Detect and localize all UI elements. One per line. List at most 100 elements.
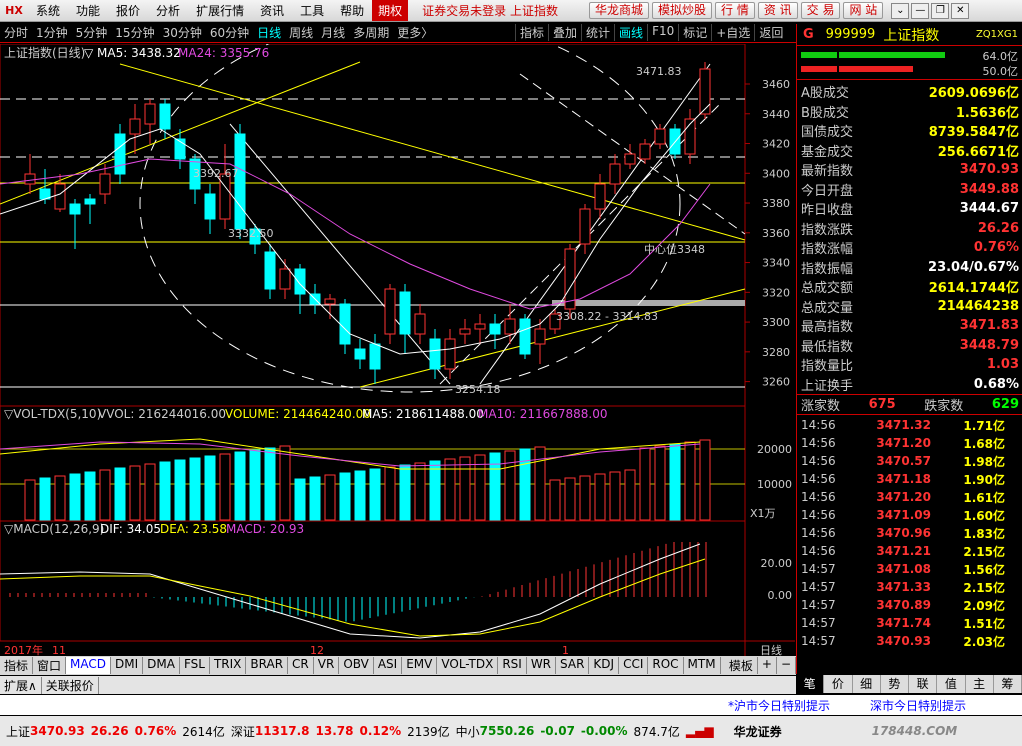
period-tab-7[interactable]: 周线 [285, 24, 317, 41]
indicator-control-2[interactable]: − [777, 657, 796, 674]
window-control-0-icon[interactable]: ⌄ [891, 2, 910, 19]
sz-notice-link[interactable]: 深市今日特别提示 [870, 697, 966, 714]
macd-legend-macd: MACD: 20.93 [226, 522, 304, 536]
menu-item-0[interactable]: 系统 [28, 2, 68, 19]
quote-row: 指数涨幅 0.76% [797, 238, 1022, 258]
menu-item-4[interactable]: 扩展行情 [188, 2, 252, 19]
index-marker: G [803, 27, 814, 42]
indicator-tab-16[interactable]: SAR [556, 657, 590, 674]
period-tab-1[interactable]: 1分钟 [32, 24, 72, 41]
indicator-tab-11[interactable]: ASI [374, 657, 403, 674]
menu-item-6[interactable]: 工具 [292, 2, 332, 19]
zx-change: -0.07 [540, 724, 575, 738]
window-control-1-icon[interactable]: — [911, 2, 930, 19]
price-axis-label: 3360 [762, 227, 790, 240]
period-tab-10[interactable]: 更多〉 [393, 24, 437, 41]
indicator-tab-5[interactable]: FSL [180, 657, 210, 674]
chart-button-4[interactable]: F10 [647, 24, 678, 41]
quote-tab-7[interactable]: 筹 [994, 675, 1022, 693]
indicator-tab-6[interactable]: TRIX [210, 657, 247, 674]
ext-tab-0[interactable]: 扩展∧ [0, 676, 42, 694]
period-tab-3[interactable]: 15分钟 [111, 24, 158, 41]
watermark: 178448.COM [871, 724, 958, 738]
menu-item-1[interactable]: 功能 [68, 2, 108, 19]
macd-axis-label: 0.00 [768, 589, 793, 602]
indicator-tab-3[interactable]: DMI [111, 657, 144, 674]
price-axis-label: 3340 [762, 257, 790, 270]
indicator-tab-4[interactable]: DMA [143, 657, 180, 674]
tick-price: 3470.89 [876, 598, 931, 612]
indicator-tab-12[interactable]: EMV [402, 657, 438, 674]
candle-body [159, 103, 171, 130]
window-control-3-icon[interactable]: ✕ [951, 2, 970, 19]
indicator-tab-14[interactable]: RSI [498, 657, 527, 674]
volume-bar [609, 471, 621, 521]
indicator-tab-17[interactable]: KDJ [589, 657, 620, 674]
indicator-tab-20[interactable]: MTM [684, 657, 721, 674]
indicator-tab-7[interactable]: BRAR [246, 657, 289, 674]
window-control-2-icon[interactable]: ❐ [931, 2, 950, 19]
top-button-2[interactable]: 行 情 [715, 2, 755, 19]
volume-bar [519, 448, 531, 521]
period-tab-8[interactable]: 月线 [317, 24, 349, 41]
indicator-tab-10[interactable]: OBV [339, 657, 374, 674]
chart-button-5[interactable]: 标记 [678, 24, 711, 41]
quote-tab-4[interactable]: 联 [909, 675, 938, 693]
chart-button-7[interactable]: 返回 [754, 24, 787, 41]
sh-notice-link[interactable]: *沪市今日特别提示 [728, 697, 830, 714]
menu-item-7[interactable]: 帮助 [332, 2, 372, 19]
indicator-tab-8[interactable]: CR [288, 657, 314, 674]
period-tab-5[interactable]: 60分钟 [206, 24, 253, 41]
menu-options[interactable]: 期权 [372, 0, 409, 21]
tick-price: 3471.20 [876, 490, 931, 504]
top-button-3[interactable]: 资 讯 [757, 2, 798, 19]
top-button-0[interactable]: 华龙商城 [588, 2, 649, 19]
indicator-tab-13[interactable]: VOL-TDX [437, 657, 499, 674]
period-tab-9[interactable]: 多周期 [349, 24, 393, 41]
tick-volume: 2.15亿 [963, 544, 1005, 559]
menu-item-3[interactable]: 分析 [148, 2, 188, 19]
indicator-tab-1[interactable]: 窗口 [33, 657, 67, 674]
chart-button-0[interactable]: 指标 [515, 24, 548, 41]
quote-tab-3[interactable]: 势 [881, 675, 909, 693]
period-tab-4[interactable]: 30分钟 [159, 24, 206, 41]
indicator-tabs: 指标 窗口 MACD DMI DMA FSL TRIX BRAR CR VR OBV ASI EMV VO… [0, 656, 796, 675]
menu-item-5[interactable]: 资讯 [252, 2, 292, 19]
tick-time: 14:56 [801, 508, 836, 522]
indicator-tab-19[interactable]: ROC [648, 657, 684, 674]
indicator-control-1[interactable]: + [758, 657, 777, 674]
quote-tab-2[interactable]: 细 [853, 675, 881, 693]
tick-volume: 2.15亿 [963, 580, 1005, 595]
chart-button-1[interactable]: 叠加 [548, 24, 581, 41]
sh-label: 上证 [6, 724, 31, 739]
chart-button-6[interactable]: +自选 [711, 24, 754, 41]
tick-price: 3470.96 [876, 526, 931, 540]
quote-tab-1[interactable]: 价 [824, 675, 853, 693]
indicator-tab-0[interactable]: 指标 [0, 657, 34, 674]
top-button-5[interactable]: 网 站 [843, 2, 884, 19]
candle-body [204, 193, 216, 220]
macd-legend-dea: DEA: 23.58 [160, 522, 227, 536]
period-tab-6[interactable]: 日线 [253, 24, 285, 41]
quote-row-value: 26.26 [977, 220, 1019, 236]
chart-button-3[interactable]: 画线 [614, 24, 647, 41]
quote-tab-0[interactable]: 笔 [796, 675, 825, 693]
top-button-4[interactable]: 交 易 [800, 2, 841, 19]
menu-item-2[interactable]: 报价 [108, 2, 148, 19]
top-button-1[interactable]: 模拟炒股 [651, 2, 712, 19]
kline-chart[interactable]: 3460 3440 3420 3400 3380 3360 3340 3320 3300 3280… [0, 44, 795, 674]
tick-row: 14:57 3471.74 1.51亿 [797, 614, 1022, 632]
ext-tab-1[interactable]: 关联报价 [42, 676, 99, 694]
volume-bar [669, 443, 681, 521]
chart-button-2[interactable]: 统计 [581, 24, 614, 41]
vol-unit: X1万 [750, 507, 776, 520]
quote-tab-5[interactable]: 值 [937, 675, 966, 693]
indicator-tab-18[interactable]: CCI [619, 657, 649, 674]
period-tab-0[interactable]: 分时 [0, 24, 32, 41]
indicator-tab-2[interactable]: MACD [66, 657, 112, 674]
period-tab-2[interactable]: 5分钟 [72, 24, 112, 41]
quote-tab-6[interactable]: 主 [966, 675, 994, 693]
indicator-tab-15[interactable]: WR [527, 657, 557, 674]
indicator-control-0[interactable]: 模板 [725, 657, 758, 674]
indicator-tab-9[interactable]: VR [314, 657, 340, 674]
